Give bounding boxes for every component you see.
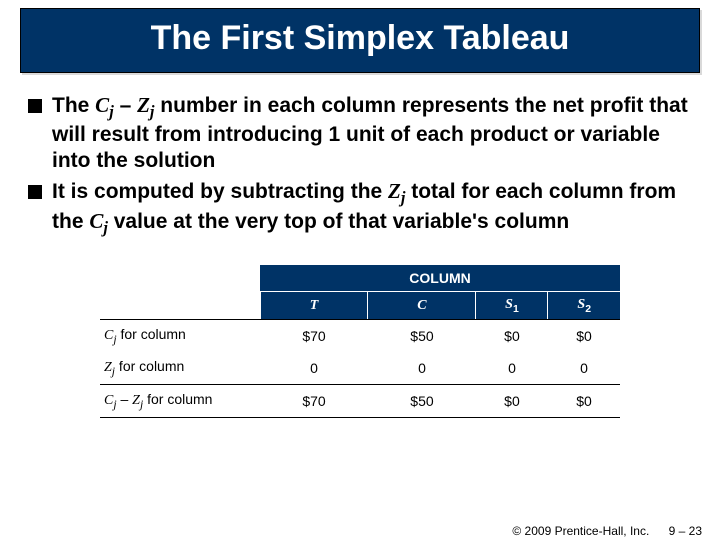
- tableau-table: COLUMN T C S1 S2 Cj for column $70 $50 $…: [100, 264, 620, 418]
- cell-cjzj-S1: $0: [476, 385, 548, 418]
- bullet-square-icon: [28, 185, 42, 199]
- column-group-header: COLUMN: [260, 264, 620, 291]
- cell-zj-S1: 0: [476, 352, 548, 384]
- copyright-text: © 2009 Prentice-Hall, Inc.: [512, 524, 649, 538]
- bullet-square-icon: [28, 99, 42, 113]
- col-header-C: C: [368, 291, 476, 320]
- bullet-list: The Cj – Zj number in each column repres…: [28, 93, 692, 238]
- cell-cjzj-T: $70: [260, 385, 368, 418]
- table-corner: [100, 264, 260, 291]
- cell-cjzj-S2: $0: [548, 385, 620, 418]
- page-title: The First Simplex Tableau: [21, 19, 699, 58]
- bullet-1-text: The Cj – Zj number in each column repres…: [52, 93, 692, 173]
- cell-cjzj-C: $50: [368, 385, 476, 418]
- page-number: 9 – 23: [669, 524, 702, 538]
- col-header-S2: S2: [548, 291, 620, 320]
- cell-cj-S2: $0: [548, 320, 620, 352]
- row-label-zj: Zj for column: [100, 352, 260, 384]
- bullet-2-text: It is computed by subtracting the Zj tot…: [52, 179, 692, 237]
- col-header-T: T: [260, 291, 368, 320]
- cell-zj-C: 0: [368, 352, 476, 384]
- bullet-1: The Cj – Zj number in each column repres…: [28, 93, 692, 173]
- cell-cj-T: $70: [260, 320, 368, 352]
- cell-zj-T: 0: [260, 352, 368, 384]
- row-label-cj: Cj for column: [100, 320, 260, 352]
- cell-cj-C: $50: [368, 320, 476, 352]
- row-label-cj-zj: Cj – Zj for column: [100, 385, 260, 418]
- cell-zj-S2: 0: [548, 352, 620, 384]
- col-header-S1: S1: [476, 291, 548, 320]
- cell-cj-S1: $0: [476, 320, 548, 352]
- bullet-2: It is computed by subtracting the Zj tot…: [28, 179, 692, 237]
- slide-footer: © 2009 Prentice-Hall, Inc. 9 – 23: [512, 524, 702, 538]
- table-corner-2: [100, 291, 260, 320]
- title-banner: The First Simplex Tableau: [20, 8, 700, 73]
